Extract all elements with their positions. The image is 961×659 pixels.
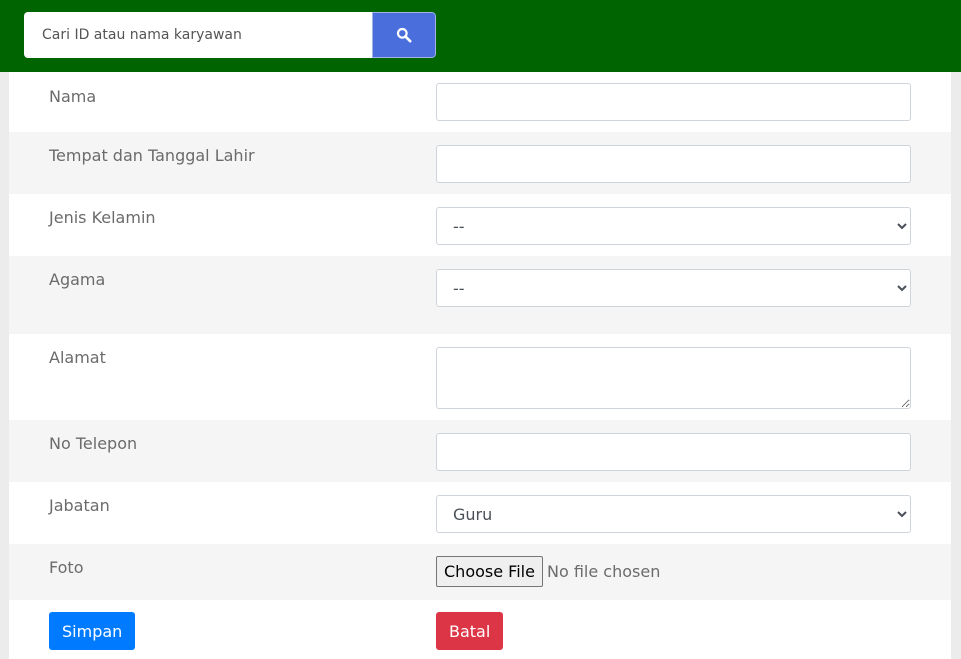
- form-row-jabatan: Jabatan Guru: [9, 482, 951, 544]
- form-row-foto: Foto Choose File No file chosen: [9, 544, 951, 600]
- search-icon: [396, 27, 412, 43]
- form-row-jenis-kelamin: Jenis Kelamin --: [9, 194, 951, 256]
- ttl-label: Tempat dan Tanggal Lahir: [49, 146, 255, 165]
- choose-file-button[interactable]: Choose File: [436, 556, 543, 587]
- nama-input[interactable]: [436, 83, 911, 121]
- form-row-agama: Agama --: [9, 256, 951, 334]
- telepon-input[interactable]: [436, 433, 911, 471]
- nama-label: Nama: [49, 87, 97, 106]
- search-bar: [24, 12, 436, 58]
- form-row-nama: Nama: [9, 72, 951, 132]
- jabatan-select[interactable]: Guru: [436, 495, 911, 533]
- alamat-label: Alamat: [49, 348, 106, 367]
- file-status-text: No file chosen: [547, 562, 661, 581]
- jenis-kelamin-select[interactable]: --: [436, 207, 911, 245]
- jenis-kelamin-label: Jenis Kelamin: [49, 208, 156, 227]
- form-row-telepon: No Telepon: [9, 420, 951, 482]
- form-row-alamat: Alamat: [9, 334, 951, 420]
- top-bar: [0, 0, 961, 72]
- save-button[interactable]: Simpan: [49, 612, 136, 650]
- search-button[interactable]: [372, 12, 436, 58]
- jabatan-label: Jabatan: [49, 496, 110, 515]
- form-actions: Simpan Batal: [9, 600, 951, 659]
- telepon-label: No Telepon: [49, 434, 138, 453]
- ttl-input[interactable]: [436, 145, 911, 183]
- search-input[interactable]: [24, 12, 372, 58]
- alamat-textarea[interactable]: [436, 347, 911, 409]
- agama-label: Agama: [49, 270, 106, 289]
- employee-form: Nama Tempat dan Tanggal Lahir Jenis Kela…: [9, 72, 951, 659]
- cancel-button[interactable]: Batal: [436, 612, 504, 650]
- form-row-ttl: Tempat dan Tanggal Lahir: [9, 132, 951, 194]
- foto-label: Foto: [49, 558, 84, 577]
- agama-select[interactable]: --: [436, 269, 911, 307]
